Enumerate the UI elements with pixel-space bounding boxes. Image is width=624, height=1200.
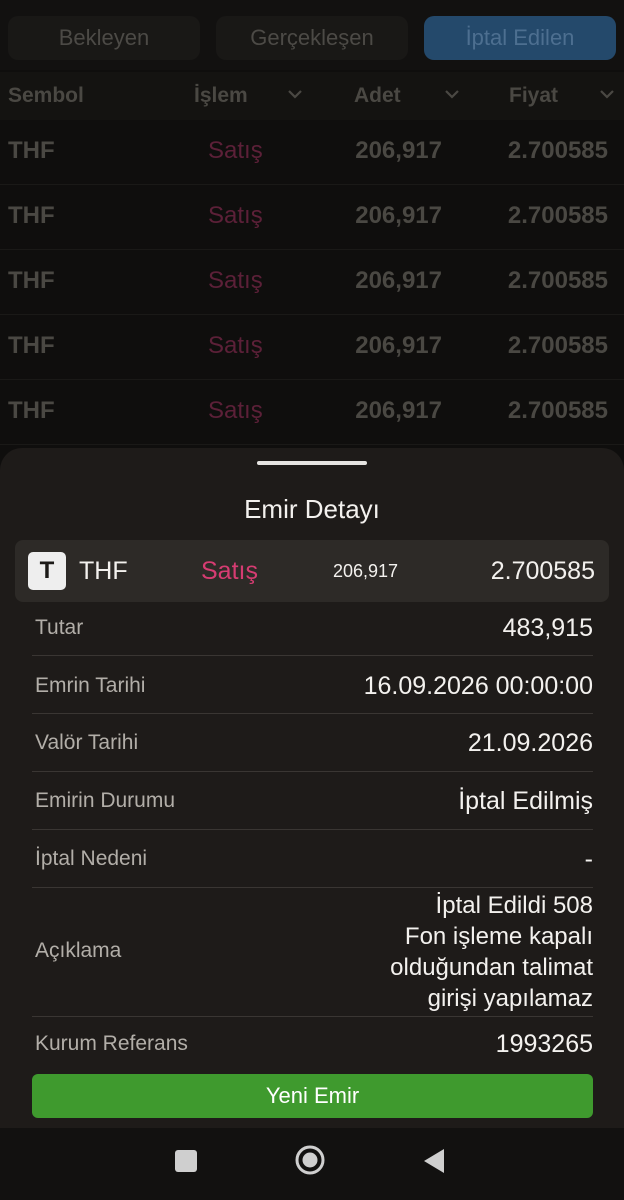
order-summary-card: T THF Satış 206,917 2.700585: [15, 540, 609, 602]
detail-label: Açıklama: [35, 939, 122, 962]
back-icon[interactable]: [422, 1147, 446, 1175]
row-symbol: THF: [8, 267, 55, 294]
description-line: olduğundan talimat: [390, 954, 593, 981]
column-header-symbol: Sembol: [8, 84, 84, 107]
row-price: 2.700585: [507, 267, 608, 294]
detail-row-institution-reference: Kurum Referans 1993265: [32, 1017, 593, 1067]
sheet-title: Emir Detayı: [244, 494, 380, 524]
symbol-logo: T: [28, 552, 66, 590]
row-operation: Satış: [208, 202, 263, 229]
detail-value: İptal Edilmiş: [458, 787, 593, 815]
detail-value: 483,915: [502, 614, 593, 642]
row-operation: Satış: [208, 397, 263, 424]
detail-row-order-status: Emirin Durumu İptal Edilmiş: [32, 772, 593, 830]
detail-label: Emrin Tarihi: [35, 674, 146, 697]
tab-gerceklesen[interactable]: Gerçekleşen: [216, 16, 408, 60]
order-list: THF Satış 206,917 2.700585 THF Satış 206…: [0, 120, 624, 445]
tab-iptal-edilen[interactable]: İptal Edilen: [424, 16, 616, 60]
row-operation: Satış: [208, 267, 263, 294]
detail-value: 1993265: [495, 1030, 593, 1058]
table-row[interactable]: THF Satış 206,917 2.700585: [0, 380, 624, 445]
row-operation: Satış: [208, 137, 263, 164]
detail-value: 21.09.2026: [467, 729, 593, 757]
row-quantity: 206,917: [355, 137, 442, 164]
chevron-down-icon[interactable]: [444, 86, 460, 102]
detail-value: -: [584, 845, 593, 873]
description-line: girişi yapılamaz: [427, 985, 593, 1012]
detail-value: İptal Edildi 508 Fon işleme kapalı olduğ…: [390, 890, 593, 1014]
detail-row-order-date: Emrin Tarihi 16.09.2026 00:00:00: [32, 656, 593, 714]
table-header: Sembol İşlem Adet Fiyat: [0, 72, 624, 120]
row-symbol: THF: [8, 137, 55, 164]
detail-row-description: Açıklama İptal Edildi 508 Fon işleme kap…: [32, 888, 593, 1017]
detail-value: 16.09.2026 00:00:00: [363, 672, 593, 700]
detail-row-amount: Tutar 483,915: [32, 602, 593, 656]
row-symbol: THF: [8, 332, 55, 359]
detail-label: Emirin Durumu: [35, 789, 176, 812]
row-quantity: 206,917: [355, 267, 442, 294]
row-quantity: 206,917: [355, 202, 442, 229]
detail-label: Kurum Referans: [35, 1032, 188, 1055]
column-header-quantity[interactable]: Adet: [354, 84, 401, 108]
drag-handle[interactable]: [257, 461, 367, 465]
chevron-down-icon[interactable]: [599, 86, 615, 102]
detail-label: Valör Tarihi: [35, 731, 139, 754]
detail-row-cancel-reason: İptal Nedeni -: [32, 830, 593, 888]
detail-row-value-date: Valör Tarihi 21.09.2026: [32, 714, 593, 772]
summary-symbol: THF: [79, 557, 128, 585]
table-row[interactable]: THF Satış 206,917 2.700585: [0, 315, 624, 380]
order-detail-sheet: Emir Detayı T THF Satış 206,917 2.700585…: [0, 448, 624, 1128]
row-symbol: THF: [8, 202, 55, 229]
table-row[interactable]: THF Satış 206,917 2.700585: [0, 185, 624, 250]
detail-label: Tutar: [35, 616, 84, 639]
column-header-operation[interactable]: İşlem: [194, 84, 248, 108]
home-icon[interactable]: [294, 1144, 326, 1176]
tab-bekleyen[interactable]: Bekleyen: [8, 16, 200, 60]
order-status-tabs: Bekleyen Gerçekleşen İptal Edilen: [0, 0, 624, 70]
row-price: 2.700585: [507, 202, 608, 229]
description-line: İptal Edildi 508: [435, 892, 593, 919]
description-line: Fon işleme kapalı: [404, 923, 593, 950]
row-price: 2.700585: [507, 397, 608, 424]
row-quantity: 206,917: [355, 397, 442, 424]
chevron-down-icon[interactable]: [287, 86, 303, 102]
row-operation: Satış: [208, 332, 263, 359]
system-nav-bar: [0, 1128, 624, 1200]
recent-apps-icon[interactable]: [175, 1150, 197, 1172]
table-row[interactable]: THF Satış 206,917 2.700585: [0, 120, 624, 185]
detail-label: İptal Nedeni: [35, 847, 148, 870]
summary-operation: Satış: [201, 557, 258, 585]
new-order-button[interactable]: Yeni Emir: [32, 1074, 593, 1118]
column-header-price[interactable]: Fiyat: [509, 84, 558, 108]
row-price: 2.700585: [507, 137, 608, 164]
row-quantity: 206,917: [355, 332, 442, 359]
row-price: 2.700585: [507, 332, 608, 359]
row-symbol: THF: [8, 397, 55, 424]
table-row[interactable]: THF Satış 206,917 2.700585: [0, 250, 624, 315]
summary-price: 2.700585: [490, 557, 595, 585]
summary-quantity: 206,917: [333, 561, 399, 581]
